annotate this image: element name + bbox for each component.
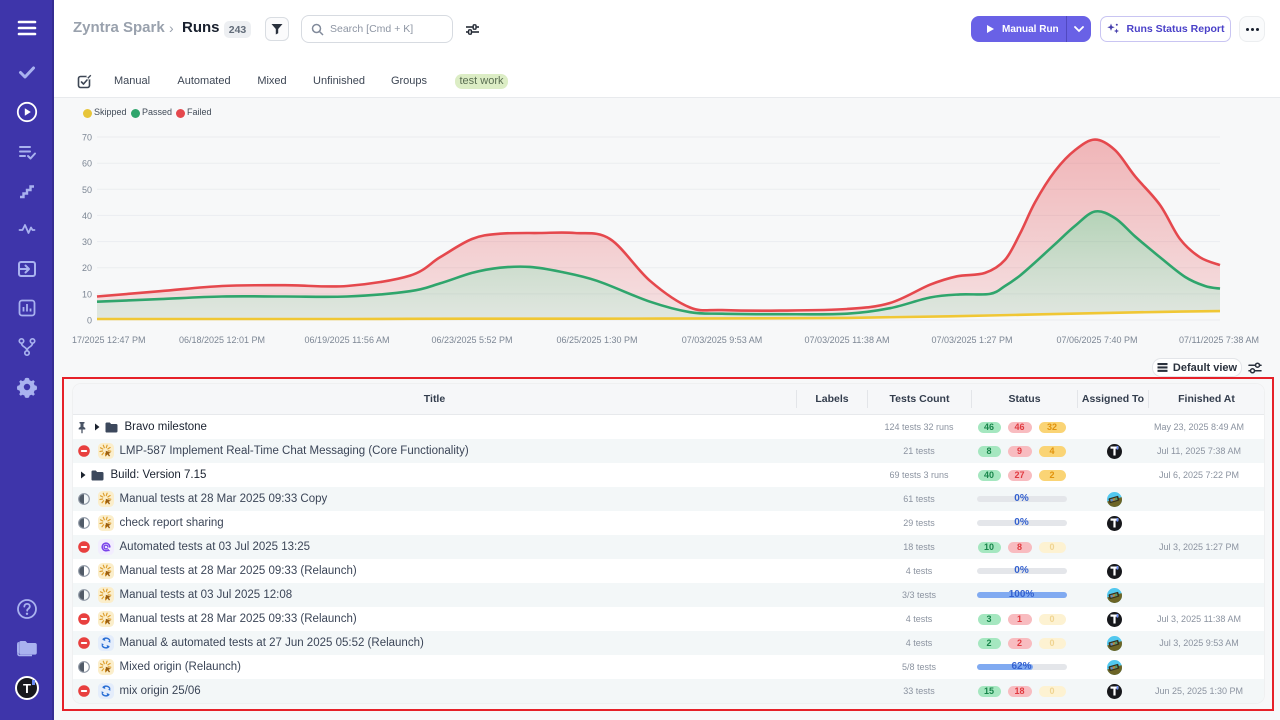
svg-text:06/18/2025 12:01 PM: 06/18/2025 12:01 PM bbox=[179, 335, 265, 345]
svg-text:06/19/2025 11:56 AM: 06/19/2025 11:56 AM bbox=[305, 335, 390, 345]
svg-text:70: 70 bbox=[82, 133, 92, 143]
svg-text:07/03/2025 11:38 AM: 07/03/2025 11:38 AM bbox=[805, 335, 890, 345]
svg-text:07/03/2025 1:27 PM: 07/03/2025 1:27 PM bbox=[931, 335, 1012, 345]
svg-text:07/11/2025 7:38 AM: 07/11/2025 7:38 AM bbox=[1179, 335, 1259, 345]
svg-text:07/03/2025 9:53 AM: 07/03/2025 9:53 AM bbox=[682, 335, 763, 345]
svg-text:07/06/2025 7:40 PM: 07/06/2025 7:40 PM bbox=[1056, 335, 1137, 345]
svg-text:0: 0 bbox=[87, 316, 92, 326]
svg-text:60: 60 bbox=[82, 159, 92, 169]
svg-text:30: 30 bbox=[82, 237, 92, 247]
svg-text:20: 20 bbox=[82, 263, 92, 273]
svg-text:40: 40 bbox=[82, 211, 92, 221]
svg-text:50: 50 bbox=[82, 185, 92, 195]
svg-text:17/2025 12:47 PM: 17/2025 12:47 PM bbox=[72, 335, 146, 345]
svg-text:10: 10 bbox=[82, 289, 92, 299]
svg-text:06/25/2025 1:30 PM: 06/25/2025 1:30 PM bbox=[556, 335, 637, 345]
svg-text:06/23/2025 5:52 PM: 06/23/2025 5:52 PM bbox=[431, 335, 512, 345]
